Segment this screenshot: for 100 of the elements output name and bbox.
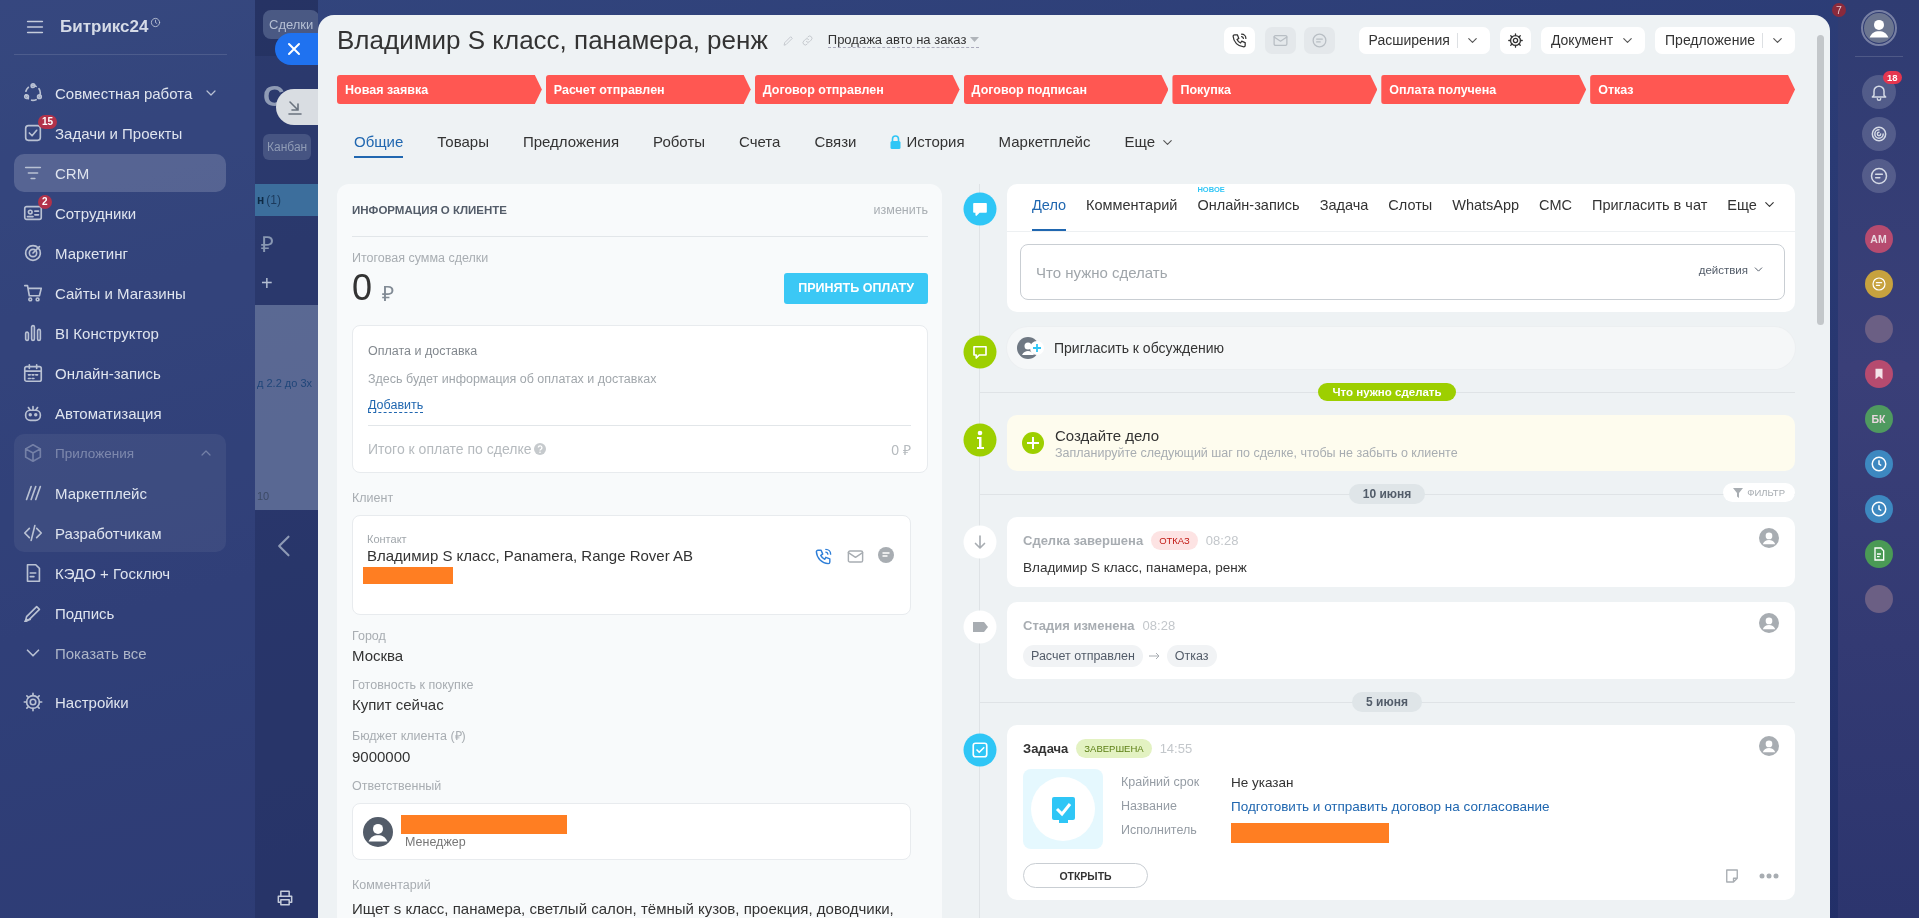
tab[interactable]: История bbox=[873, 128, 982, 156]
tab[interactable]: Пригласить в чат bbox=[1581, 197, 1718, 231]
tab[interactable]: Маркетплейс bbox=[981, 128, 1108, 156]
menu-item[interactable]: Сайты и Магазины bbox=[14, 274, 226, 312]
tab[interactable]: Общие bbox=[337, 128, 421, 156]
lock-icon bbox=[890, 135, 902, 149]
info-icon bbox=[963, 423, 997, 457]
column-count: (1) bbox=[266, 193, 281, 207]
avatar-icon bbox=[363, 816, 393, 847]
tab[interactable]: Задача bbox=[1309, 197, 1379, 231]
menu-item[interactable]: 2 Сотрудники bbox=[14, 194, 226, 232]
menu-item[interactable]: CRM bbox=[14, 154, 226, 192]
icon-button[interactable] bbox=[1223, 26, 1255, 54]
scrollbar[interactable] bbox=[1817, 35, 1824, 325]
user-avatar[interactable]: АМ bbox=[1864, 225, 1893, 253]
dropdown-button[interactable]: Документ bbox=[1540, 26, 1646, 54]
field-value: Москва bbox=[352, 647, 405, 664]
menu-item[interactable]: Автоматизация bbox=[14, 394, 226, 432]
open-button[interactable]: ОТКРЫТЬ bbox=[1023, 863, 1148, 888]
add-button[interactable]: + bbox=[261, 272, 318, 295]
menu-item[interactable]: Совместная работа bbox=[14, 74, 226, 112]
menu-item[interactable]: Онлайн-запись bbox=[14, 354, 226, 392]
event-title: Сделка завершена bbox=[1023, 532, 1144, 548]
total-amount: 0 ₽ bbox=[891, 440, 911, 459]
add-link[interactable]: Добавить bbox=[368, 398, 424, 413]
notifications-button[interactable] bbox=[1861, 75, 1896, 109]
menu-item[interactable]: Разработчикам bbox=[14, 514, 226, 552]
tab[interactable]: Счета bbox=[722, 128, 798, 156]
tab[interactable]: Дело bbox=[1032, 197, 1077, 231]
split-dropdown-button[interactable]: Расширения bbox=[1358, 26, 1490, 54]
field-label: Ответственный bbox=[352, 779, 443, 793]
app-logo[interactable]: Битрикс24 bbox=[60, 17, 149, 37]
chat-icon bbox=[963, 192, 997, 226]
menu-item[interactable]: Подпись bbox=[14, 594, 226, 632]
tab[interactable]: WhatsApp bbox=[1442, 197, 1530, 231]
contact-name[interactable]: Владимир S класс, Panamera, Range Rover AB bbox=[367, 547, 895, 564]
tab[interactable]: Онлайн-запись bbox=[1187, 197, 1310, 231]
menu-item[interactable]: Показать все bbox=[14, 634, 226, 672]
collapse-icon bbox=[287, 99, 303, 115]
field-value: 9000000 bbox=[352, 748, 412, 765]
document-icon[interactable] bbox=[1864, 540, 1893, 568]
event-title: Стадия изменена bbox=[1023, 617, 1135, 633]
icon-button[interactable] bbox=[1499, 26, 1531, 54]
stage-chip: Отказ bbox=[1166, 645, 1217, 667]
tab[interactable]: Предложения bbox=[505, 128, 637, 156]
event-time: 14:55 bbox=[1159, 740, 1193, 756]
author-avatar-icon bbox=[1759, 613, 1779, 633]
column-title: н bbox=[257, 193, 265, 207]
chat-icon[interactable] bbox=[1864, 270, 1893, 298]
clock-icon bbox=[150, 16, 162, 28]
deal-amount: 0 bbox=[352, 267, 373, 309]
deal-title: Владимир S класс, панамера, ренж bbox=[337, 24, 768, 56]
icon-button[interactable] bbox=[1861, 159, 1896, 193]
invite-button[interactable]: Пригласить к обсуждению bbox=[1007, 327, 1795, 369]
tab[interactable]: Роботы bbox=[636, 128, 723, 156]
tab[interactable]: Товары bbox=[420, 128, 506, 156]
tab[interactable]: СМС bbox=[1529, 197, 1582, 231]
tag-icon bbox=[963, 610, 997, 644]
menu-item[interactable]: Настройки bbox=[14, 683, 226, 721]
author-avatar-icon bbox=[1759, 528, 1779, 548]
task-link[interactable]: Подготовить и отправить договор на согласование bbox=[1231, 799, 1550, 814]
task-icon bbox=[963, 733, 997, 767]
pipeline-selector[interactable]: Продажа авто на заказ bbox=[827, 32, 980, 48]
menu-item[interactable]: КЭДО + Госключ bbox=[14, 554, 226, 592]
date-label: 10 июня bbox=[1348, 484, 1426, 504]
empty-text: Здесь будет информация об оплатах и доставках bbox=[368, 372, 658, 386]
field-label: Название bbox=[1121, 799, 1178, 814]
cube-icon bbox=[22, 442, 44, 464]
clock-icon[interactable] bbox=[1864, 495, 1893, 523]
split-dropdown-button[interactable]: Предложение bbox=[1655, 26, 1795, 54]
tab[interactable]: Еще bbox=[1717, 197, 1787, 231]
code-icon bbox=[22, 522, 44, 544]
chat-icon bbox=[1310, 31, 1328, 49]
tab[interactable]: Еще bbox=[1107, 128, 1193, 156]
tab[interactable]: Связи bbox=[797, 128, 874, 156]
tab[interactable]: Комментарий bbox=[1076, 197, 1188, 231]
status-badge: ОТКАЗ bbox=[1151, 530, 1198, 550]
actions-dropdown[interactable]: действия bbox=[1698, 263, 1765, 276]
add-icon bbox=[1022, 432, 1044, 454]
field-label: Город bbox=[352, 629, 387, 643]
notification-badge: 18 bbox=[1882, 71, 1902, 84]
icon-button[interactable] bbox=[1861, 117, 1896, 151]
mail-icon bbox=[846, 547, 865, 566]
menu-item[interactable]: Маркетплейс bbox=[14, 474, 226, 512]
section-label: Что нужно сделать bbox=[1318, 383, 1456, 401]
close-button[interactable] bbox=[275, 33, 318, 65]
more-icon bbox=[1759, 872, 1779, 879]
comment-text: Ищет s класс, панамера, светлый салон, тёмный кузов, проекция, доводчики, bbox=[352, 900, 895, 917]
field-label: Бюджет клиента (₽) bbox=[352, 728, 467, 744]
author-avatar-icon bbox=[1759, 736, 1779, 756]
menu-item[interactable]: Маркетинг bbox=[14, 234, 226, 272]
field-label: Клиент bbox=[352, 491, 395, 505]
event-time: 08:28 bbox=[1205, 532, 1239, 548]
tab[interactable]: Слоты bbox=[1378, 197, 1443, 231]
bookmark-icon[interactable] bbox=[1864, 360, 1893, 388]
event-time: 08:28 bbox=[1142, 617, 1176, 633]
clock-icon[interactable] bbox=[1864, 450, 1893, 478]
menu-item[interactable]: BI Конструктор bbox=[14, 314, 226, 352]
menu-item[interactable]: 15 Задачи и Проекты bbox=[14, 114, 226, 152]
field-value: Не указан bbox=[1231, 775, 1295, 790]
